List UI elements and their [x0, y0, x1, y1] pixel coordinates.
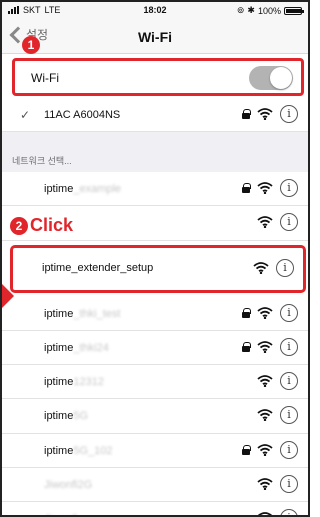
row-icons: i — [257, 372, 298, 391]
info-icon[interactable]: i — [280, 372, 298, 391]
network-name-prefix: iptime — [44, 341, 74, 354]
network-name: iptime_thki_test — [44, 308, 120, 320]
wifi-toggle-row: Wi-Fi — [12, 58, 304, 96]
network-name-redacted: Jiwonfi2G — [44, 479, 93, 492]
lock-icon — [242, 307, 251, 318]
network-name-prefix: iptime — [44, 307, 74, 320]
wifi-icon — [257, 409, 273, 422]
step-2-callout: 2 Click — [10, 215, 73, 236]
info-icon[interactable]: i — [280, 509, 298, 515]
network-name: Jiwonfi2G — [44, 479, 92, 491]
phone-screen: SKT LTE 18:02 ⊚ ✱ 100% 설정 Wi-Fi 1 Wi-Fi … — [0, 0, 310, 517]
network-name: iptime_example — [44, 183, 121, 195]
network-row[interactable]: iptime_thki24 i — [2, 330, 308, 366]
info-icon[interactable]: i — [280, 440, 298, 459]
network-row[interactable]: iptime_example i — [2, 172, 308, 207]
connected-network-name: 11AC A6004NS — [44, 109, 121, 121]
switch-knob — [270, 67, 292, 89]
info-icon[interactable]: i — [280, 303, 298, 322]
network-name: Jiwonfi — [44, 513, 78, 515]
network-name: iptime5G — [44, 410, 88, 422]
wifi-icon — [257, 216, 273, 229]
info-icon[interactable]: i — [280, 179, 298, 197]
battery-icon — [284, 6, 304, 15]
bluetooth-icon: ✱ — [247, 5, 255, 15]
network-row[interactable]: Jiwonfi i — [2, 502, 308, 515]
connected-network-row[interactable]: ✓ 11AC A6004NS i — [2, 98, 308, 132]
network-name: iptime5G_102 — [44, 445, 113, 457]
alarm-icon: ⊚ — [236, 5, 245, 15]
info-icon[interactable]: i — [280, 337, 298, 356]
lock-icon — [242, 341, 251, 352]
section-header: 네트워크 선택... — [12, 156, 72, 166]
info-icon[interactable]: i — [276, 258, 294, 277]
info-icon[interactable]: i — [280, 213, 298, 232]
wifi-toggle-switch[interactable] — [249, 66, 293, 90]
network-name: iptime_extender_setup — [42, 262, 153, 274]
lock-icon — [242, 183, 251, 193]
wifi-icon — [253, 261, 269, 274]
row-icons: i — [242, 337, 298, 356]
wifi-icon — [257, 375, 273, 388]
row-icons: i — [242, 440, 298, 459]
pointer-arrow-icon — [2, 284, 14, 308]
network-name-redacted: 5G_102 — [73, 444, 113, 457]
row-icons: i — [242, 179, 298, 197]
wifi-icon — [258, 512, 272, 515]
status-bar: SKT LTE 18:02 ⊚ ✱ 100% — [2, 2, 308, 18]
row-icons: i — [253, 258, 294, 277]
row-icons: i — [257, 475, 298, 494]
network-name-redacted: _thki_test — [73, 307, 121, 320]
info-icon[interactable]: i — [280, 475, 298, 494]
wifi-icon — [257, 182, 273, 194]
step-2-badge: 2 — [10, 216, 28, 235]
network-name-redacted: _thki24 — [73, 341, 109, 354]
row-icons: i — [257, 509, 298, 515]
row-icons: i — [257, 213, 298, 232]
network-row-highlighted[interactable]: iptime_extender_setup i — [10, 244, 306, 293]
status-right: ⊚ ✱ 100% — [236, 5, 304, 16]
network-row[interactable]: iptime12312 i — [2, 365, 308, 400]
network-row[interactable]: Jiwonfi2G i — [2, 468, 308, 503]
step-1-badge: 1 — [22, 36, 40, 54]
navigation-bar: 설정 Wi-Fi — [2, 18, 308, 54]
network-name: iptime_thki24 — [44, 342, 109, 354]
lock-icon — [242, 444, 251, 455]
network-row[interactable]: iptime_thki_test i — [2, 296, 308, 331]
wifi-icon — [257, 443, 273, 456]
battery-level — [286, 8, 302, 13]
network-name-redacted: Jiwonfi — [44, 513, 78, 515]
wifi-icon — [257, 478, 273, 491]
network-name-prefix: iptime — [44, 376, 74, 389]
network-row[interactable]: iptime5G_102 i — [2, 433, 308, 469]
network-name-redacted: 12312 — [73, 376, 104, 389]
battery-percent: 100% — [257, 5, 281, 16]
page-title: Wi-Fi — [137, 29, 173, 45]
wifi-toggle-label: Wi-Fi — [31, 71, 59, 85]
network-name-prefix: iptime — [44, 183, 74, 195]
network-name-redacted: 5G — [73, 410, 89, 423]
network-name: iptime12312 — [44, 376, 104, 388]
click-label: Click — [30, 215, 74, 235]
wifi-icon — [257, 340, 273, 353]
info-icon[interactable]: i — [280, 105, 298, 123]
network-name-prefix: iptime — [44, 410, 74, 423]
row-icons: i — [242, 105, 298, 123]
network-row[interactable]: iptime5G i — [2, 399, 308, 434]
wifi-icon — [257, 108, 273, 120]
row-icons: i — [242, 303, 298, 322]
row-icons: i — [257, 406, 298, 425]
info-icon[interactable]: i — [280, 406, 298, 425]
network-name-prefix: iptime — [44, 444, 74, 457]
lock-icon — [242, 109, 251, 119]
wifi-icon — [257, 306, 273, 319]
check-icon: ✓ — [20, 108, 31, 122]
network-name-redacted: _example — [73, 183, 122, 195]
network-name-prefix: iptime_extender_setup — [42, 261, 154, 274]
